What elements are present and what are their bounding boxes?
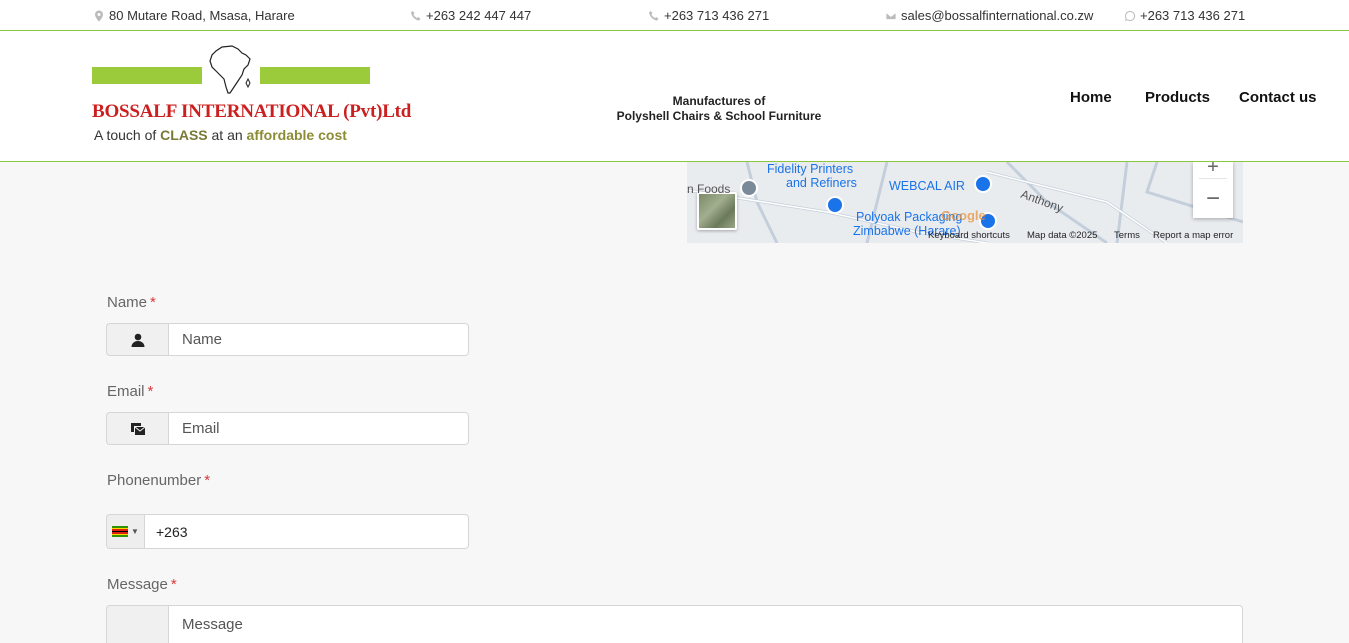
top-contact-bar: 80 Mutare Road, Msasa, Harare +263 242 4… xyxy=(0,0,1349,31)
phone-input[interactable] xyxy=(144,514,469,549)
logo-tag-mid: at an xyxy=(207,127,247,143)
google-logo: Google xyxy=(941,208,986,223)
phone-label: Phonenumber * xyxy=(107,472,210,489)
phone2-text[interactable]: +263 713 436 271 xyxy=(664,8,769,23)
map-marker-icon xyxy=(93,10,105,22)
map-label-webcal[interactable]: WEBCAL AIR xyxy=(889,179,965,193)
zoom-in-button[interactable]: + xyxy=(1193,162,1233,178)
embedded-map[interactable]: n Foods Fidelity Printers and Refiners W… xyxy=(687,162,1243,243)
header-tagline: Manufactures of Polyshell Chairs & Schoo… xyxy=(560,94,878,124)
company-logo[interactable]: BOSSALF INTERNATIONAL (Pvt)Ltd A touch o… xyxy=(92,43,411,147)
map-pin-icon[interactable] xyxy=(826,196,844,214)
logo-tag-affordable: affordable cost xyxy=(246,127,347,143)
logo-tag-class: CLASS xyxy=(160,127,208,143)
logo-company-name: BOSSALF INTERNATIONAL (Pvt)Ltd xyxy=(92,101,412,122)
phone-icon xyxy=(648,10,660,22)
map-terms-link[interactable]: Terms xyxy=(1114,230,1140,241)
keyboard-shortcuts-link[interactable]: Keyboard shortcuts xyxy=(928,230,1010,241)
map-zoom-controls: + − xyxy=(1193,162,1233,218)
message-label-text: Message xyxy=(107,576,168,593)
required-mark: * xyxy=(204,472,211,489)
tagline-line1: Manufactures of xyxy=(672,94,766,108)
nav-home[interactable]: Home xyxy=(1070,89,1112,106)
name-label-text: Name xyxy=(107,294,148,311)
message-label: Message * xyxy=(107,576,177,593)
email-item[interactable]: sales@bossalfinternational.co.zw xyxy=(885,8,1093,23)
user-icon xyxy=(106,323,168,356)
required-mark: * xyxy=(170,576,177,593)
nav-contact-us[interactable]: Contact us xyxy=(1239,89,1317,106)
whatsapp-item[interactable]: +263 713 436 271 xyxy=(1124,8,1245,23)
phone1-item[interactable]: +263 242 447 447 xyxy=(410,8,531,23)
email-field-group xyxy=(106,412,469,445)
whatsapp-text[interactable]: +263 713 436 271 xyxy=(1140,8,1245,23)
phone1-text[interactable]: +263 242 447 447 xyxy=(426,8,531,23)
map-label-fidelity[interactable]: Fidelity Printers xyxy=(767,162,853,176)
report-map-error-link[interactable]: Report a map error xyxy=(1153,230,1233,241)
africa-map-icon xyxy=(209,45,251,94)
phone-icon xyxy=(410,10,422,22)
map-label-refiners[interactable]: and Refiners xyxy=(786,176,857,190)
phone-label-text: Phonenumber xyxy=(107,472,202,489)
map-pin-icon[interactable] xyxy=(740,179,758,197)
logo-tag-prefix: A touch of xyxy=(94,127,161,143)
address-text: 80 Mutare Road, Msasa, Harare xyxy=(109,8,295,23)
nav-products[interactable]: Products xyxy=(1145,89,1210,106)
envelope-icon xyxy=(885,10,897,22)
message-field-group xyxy=(106,605,1243,643)
logo-bar-left xyxy=(92,67,202,84)
address-item: 80 Mutare Road, Msasa, Harare xyxy=(93,8,295,23)
message-addon xyxy=(106,605,168,643)
satellite-view-toggle[interactable] xyxy=(697,192,737,230)
zimbabwe-flag-icon xyxy=(112,526,129,538)
zoom-out-button[interactable]: − xyxy=(1193,184,1233,214)
map-data-attribution: Map data ©2025 xyxy=(1027,230,1098,241)
mail-bulk-icon xyxy=(106,412,168,445)
email-input[interactable] xyxy=(168,412,469,445)
email-text[interactable]: sales@bossalfinternational.co.zw xyxy=(901,8,1093,23)
message-textarea[interactable] xyxy=(168,605,1243,643)
name-input[interactable] xyxy=(168,323,469,356)
caret-down-icon: ▼ xyxy=(131,527,139,536)
zoom-separator xyxy=(1199,178,1227,179)
logo-bar-right xyxy=(260,67,370,84)
phone-field-group: ▼ xyxy=(106,514,469,549)
whatsapp-icon xyxy=(1124,10,1136,22)
email-label-text: Email xyxy=(107,383,145,400)
name-field-group xyxy=(106,323,469,356)
map-pin-icon[interactable] xyxy=(974,175,992,193)
logo-tagline: A touch of CLASS at an affordable cost xyxy=(94,127,347,143)
site-header: BOSSALF INTERNATIONAL (Pvt)Ltd A touch o… xyxy=(0,31,1349,162)
map-label-foods: n Foods xyxy=(687,182,731,196)
country-selector[interactable]: ▼ xyxy=(106,514,144,549)
tagline-line2: Polyshell Chairs & School Furniture xyxy=(616,109,822,123)
phone2-item[interactable]: +263 713 436 271 xyxy=(648,8,769,23)
required-mark: * xyxy=(150,294,156,311)
name-label: Name * xyxy=(107,294,156,311)
email-label: Email * xyxy=(107,383,153,400)
required-mark: * xyxy=(147,383,154,400)
